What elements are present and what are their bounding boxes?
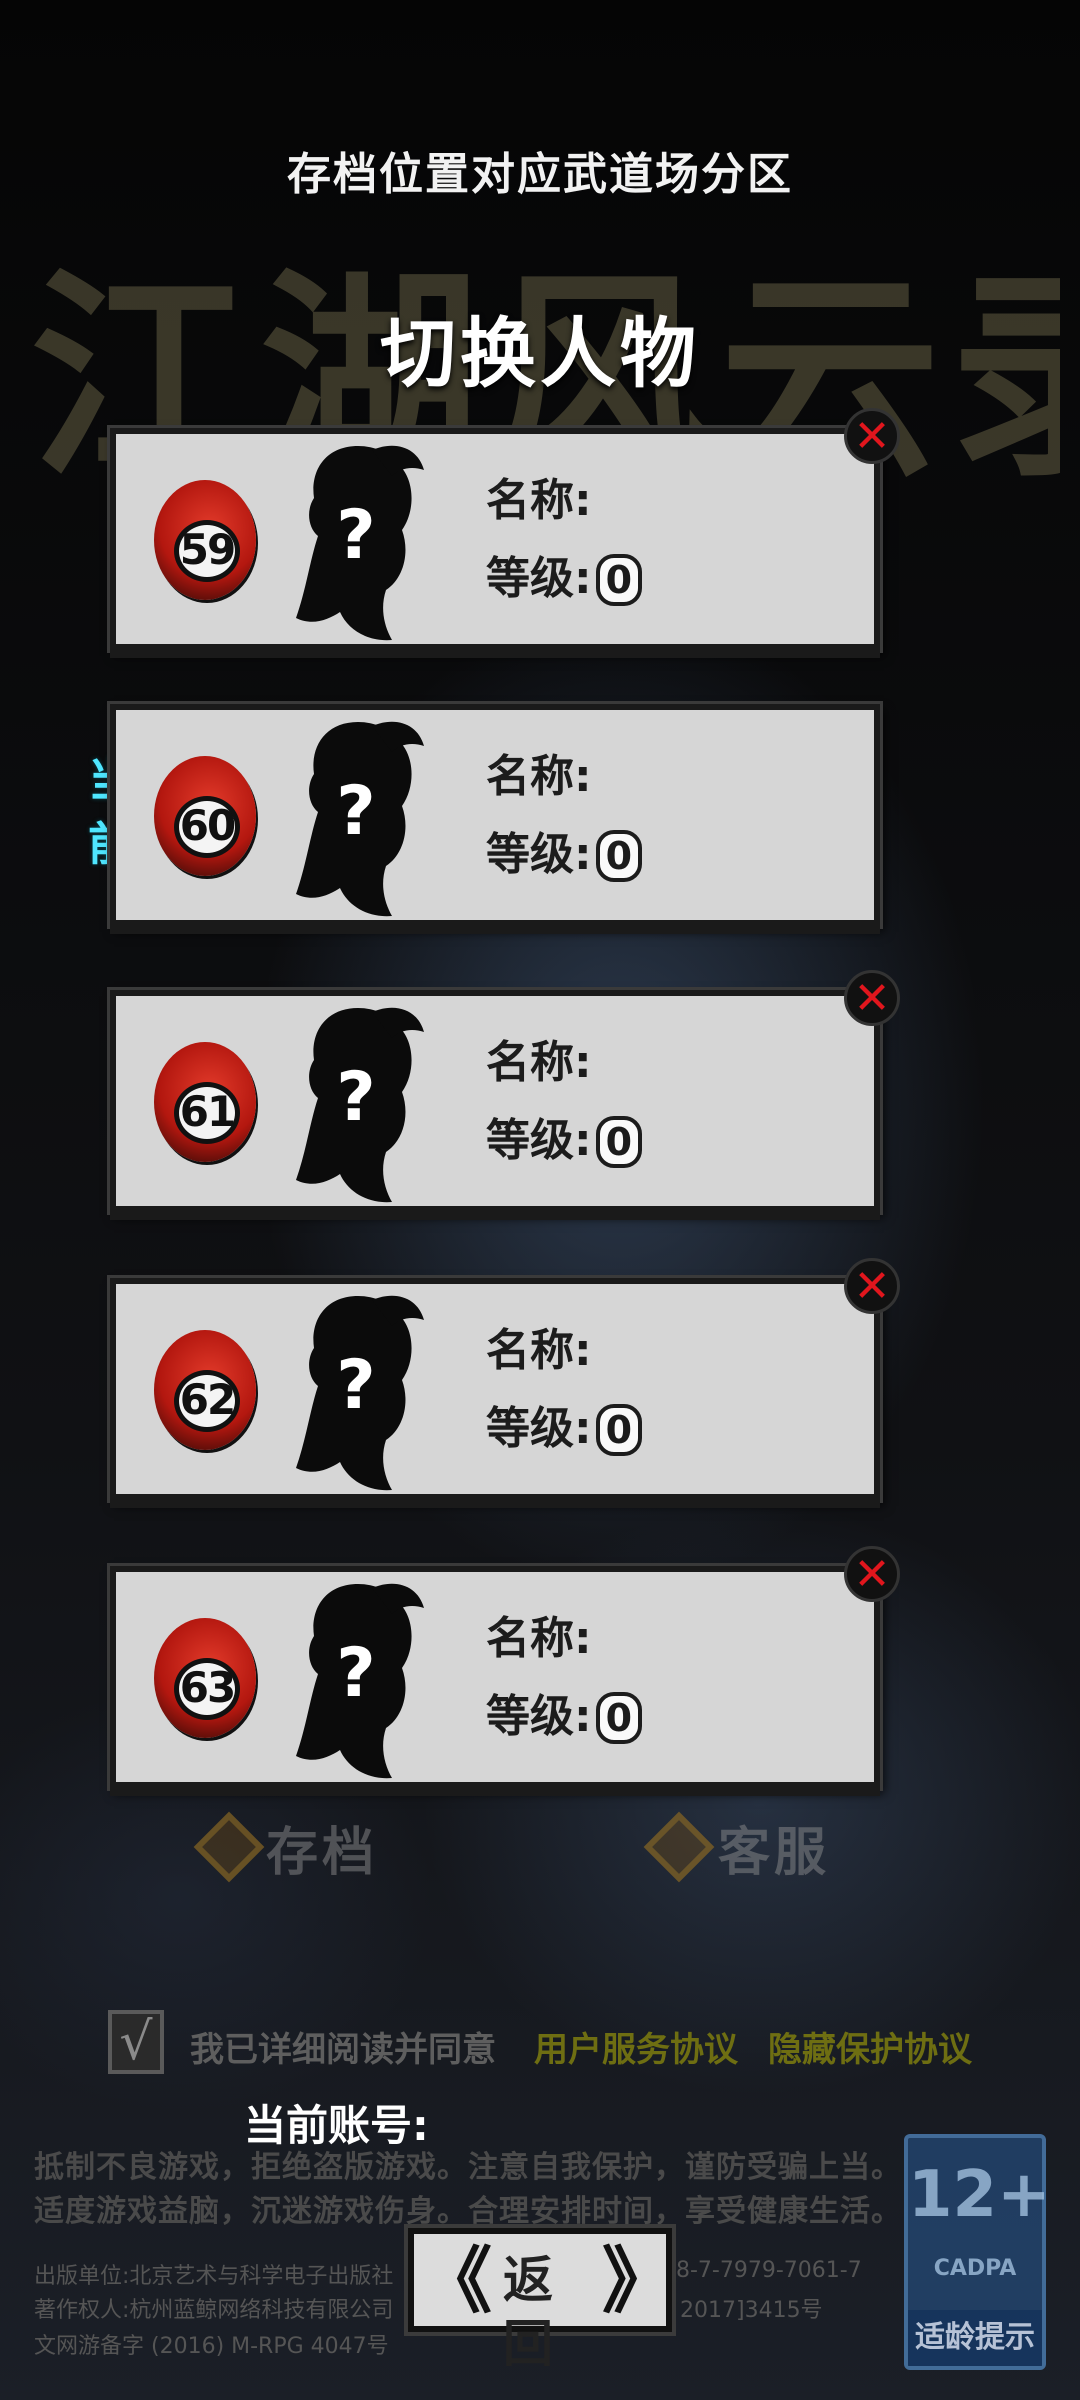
slot-seal-icon: 59 [154, 480, 256, 600]
privacy-agreement-link[interactable]: 隐藏保护协议 [768, 2022, 972, 2071]
user-agreement-link[interactable]: 用户服务协议 [534, 2022, 738, 2071]
slot-number: 63 [174, 1658, 240, 1720]
slot-level-label: 等级: [486, 1691, 592, 1742]
slot-level-row: 等级: 0 [486, 1392, 643, 1456]
delete-slot-icon[interactable]: ✕ [844, 1546, 900, 1602]
slot-level-row: 等级: 0 [486, 818, 643, 882]
customer-service-button[interactable]: 客服 [718, 1810, 830, 1885]
slot-level-label: 等级: [486, 829, 592, 880]
slot-level-row: 等级: 0 [486, 1104, 643, 1168]
slot-name-label: 名称: [486, 1613, 592, 1664]
slot-number: 59 [174, 520, 240, 582]
agreement-text: 我已详细阅读并同意 [190, 2030, 496, 2070]
age-rating-badge[interactable]: 12+ CADPA 适龄提示 [904, 2134, 1051, 2370]
health-notice-line2: 适度游戏益脑，沉迷游戏伤身。合理安排时间，享受健康生活。 [34, 2194, 894, 2229]
archive-zone-note: 存档位置对应武道场分区 [287, 149, 793, 200]
back-button[interactable]: 《 返 回 》 [408, 2228, 675, 2373]
unknown-avatar-mark: ? [336, 1634, 376, 1713]
health-notice-line1: 抵制不良游戏，拒绝盗版游戏。注意自我保护，谨防受骗上当。 [34, 2150, 894, 2185]
slot-level-value: 0 [595, 1116, 643, 1168]
slot-level-label: 等级: [486, 553, 592, 604]
agreement-checkbox[interactable]: √ [108, 2010, 164, 2074]
unknown-avatar-mark: ? [336, 496, 376, 575]
unknown-avatar-mark: ? [336, 1346, 376, 1425]
slot-level-value: 0 [595, 1692, 643, 1744]
delete-slot-icon[interactable]: ✕ [844, 1258, 900, 1314]
slot-level-row: 等级: 0 [486, 542, 643, 606]
back-button-label: 返 回 [503, 2251, 575, 2373]
page-title: 切换人物 [380, 309, 700, 398]
slot-name-label: 名称: [486, 1037, 592, 1088]
age-rating-tip: 适龄提示 [908, 2310, 1042, 2366]
slot-name-label: 名称: [486, 475, 592, 526]
slot-level-value: 0 [595, 830, 643, 882]
slot-level-row: 等级: 0 [486, 1680, 643, 1744]
unknown-avatar-mark: ? [336, 1058, 376, 1137]
slot-number: 60 [174, 796, 240, 858]
record-number: 文网游备字 (2016) M-RPG 4047号 [34, 2334, 389, 2359]
slot-name-label: 名称: [486, 751, 592, 802]
slot-level-label: 等级: [486, 1115, 592, 1166]
slot-level-value: 0 [595, 1404, 643, 1456]
character-slot[interactable]: 62? 名称: 等级: 0 ✕ [110, 1258, 900, 1508]
slot-seal-icon: 63 [154, 1618, 256, 1738]
delete-slot-icon[interactable]: ✕ [844, 408, 900, 464]
unknown-avatar-mark: ? [336, 772, 376, 851]
age-rating-org: CADPA [933, 2256, 1017, 2281]
approval-number: 2017]3415号 [680, 2298, 823, 2323]
character-slot[interactable]: 59? 名称: 等级: 0 ✕ [110, 408, 900, 658]
publisher-line1: 出版单位:北京艺术与科学电子出版社 [34, 2264, 394, 2289]
character-slot[interactable]: 61? 名称: 等级: 0 ✕ [110, 970, 900, 1220]
copyright-line: 著作权人:杭州蓝鲸网络科技有限公司 [34, 2298, 394, 2323]
slot-seal-icon: 61 [154, 1042, 256, 1162]
slot-seal-icon: 62 [154, 1330, 256, 1450]
slot-number: 61 [174, 1082, 240, 1144]
slot-number: 62 [174, 1370, 240, 1432]
delete-slot-icon[interactable]: ✕ [844, 970, 900, 1026]
slot-level-value: 0 [595, 554, 643, 606]
right-arrow-icon: 》 [602, 2239, 675, 2323]
character-slot[interactable]: 60? 名称: 等级: 0 [110, 704, 880, 934]
character-slot[interactable]: 63? 名称: 等级: 0 ✕ [110, 1546, 900, 1796]
slot-seal-icon: 60 [154, 756, 256, 876]
slot-level-label: 等级: [486, 1403, 592, 1454]
save-button[interactable]: 存档 [266, 1810, 378, 1885]
slot-name-label: 名称: [486, 1325, 592, 1376]
age-rating-value: 12+ [908, 2158, 1051, 2232]
isbn-text: 8-7-7979-7061-7 [676, 2258, 862, 2283]
